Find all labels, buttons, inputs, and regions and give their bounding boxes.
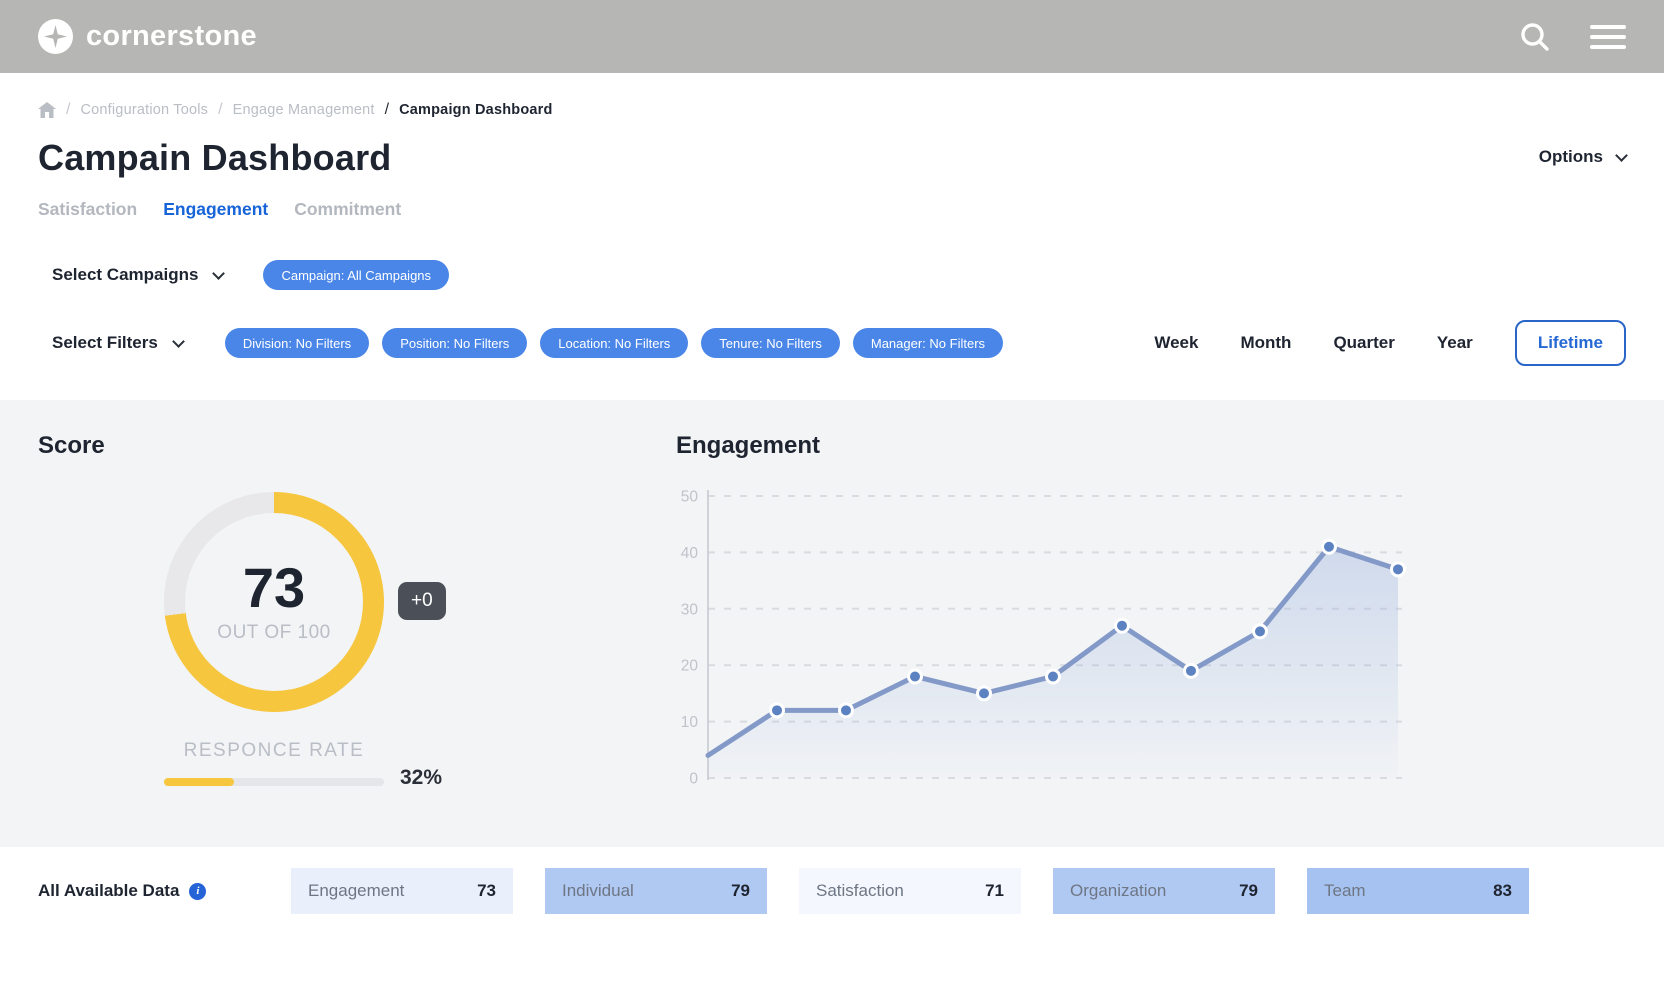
tab-engagement[interactable]: Engagement xyxy=(163,199,268,220)
brand-logo[interactable]: cornerstone xyxy=(38,19,257,54)
time-option-week[interactable]: Week xyxy=(1154,333,1198,353)
time-option-month[interactable]: Month xyxy=(1240,333,1291,353)
select-campaigns-label: Select Campaigns xyxy=(52,265,198,285)
dashboard-tabs: Satisfaction Engagement Commitment xyxy=(0,179,1664,220)
breadcrumb-configuration-tools[interactable]: Configuration Tools xyxy=(80,102,208,118)
svg-text:50: 50 xyxy=(681,489,699,506)
time-option-year[interactable]: Year xyxy=(1437,333,1473,353)
breadcrumb-engage-management[interactable]: Engage Management xyxy=(233,102,375,118)
metric-value: 73 xyxy=(477,881,496,901)
breadcrumb-separator: / xyxy=(385,101,389,119)
metric-card-team[interactable]: Team 83 xyxy=(1307,868,1529,914)
metric-label: Team xyxy=(1324,881,1366,901)
breadcrumb-separator: / xyxy=(218,101,222,119)
app-header: cornerstone xyxy=(0,0,1664,73)
score-donut-chart: 73 OUT OF 100 xyxy=(164,492,384,712)
chart-data-point xyxy=(840,704,853,717)
metric-label: Organization xyxy=(1070,881,1166,901)
menu-button[interactable] xyxy=(1590,25,1626,49)
chevron-down-icon xyxy=(213,267,226,280)
chart-data-point xyxy=(1323,540,1336,553)
score-out-of-label: OUT OF 100 xyxy=(217,622,330,644)
search-button[interactable] xyxy=(1518,20,1552,54)
svg-text:30: 30 xyxy=(681,601,699,618)
options-label: Options xyxy=(1539,147,1603,167)
chart-data-point xyxy=(1392,563,1405,576)
chart-data-point xyxy=(1185,664,1198,677)
filter-pill-division[interactable]: Division: No Filters xyxy=(225,328,369,358)
chart-series xyxy=(708,540,1405,778)
metric-card-individual[interactable]: Individual 79 xyxy=(545,868,767,914)
metric-value: 71 xyxy=(985,881,1004,901)
response-rate-percent: 32% xyxy=(400,766,442,790)
metric-card-organization[interactable]: Organization 79 xyxy=(1053,868,1275,914)
metric-label: Individual xyxy=(562,881,634,901)
filter-pill-location[interactable]: Location: No Filters xyxy=(540,328,688,358)
breadcrumb-separator: / xyxy=(66,101,70,119)
metric-card-engagement[interactable]: Engagement 73 xyxy=(291,868,513,914)
chevron-down-icon xyxy=(172,335,185,348)
select-filters-dropdown[interactable]: Select Filters xyxy=(52,333,183,353)
metric-card-satisfaction[interactable]: Satisfaction 71 xyxy=(799,868,1021,914)
metric-value: 79 xyxy=(1239,881,1258,901)
select-filters-label: Select Filters xyxy=(52,333,158,353)
filter-pill-manager[interactable]: Manager: No Filters xyxy=(853,328,1003,358)
chart-data-point xyxy=(1116,619,1129,632)
chart-data-point xyxy=(771,704,784,717)
metric-label: Engagement xyxy=(308,881,404,901)
options-dropdown[interactable]: Options xyxy=(1539,147,1626,167)
chart-data-point xyxy=(1047,670,1060,683)
breadcrumb: / Configuration Tools / Engage Managemen… xyxy=(0,73,1664,119)
engagement-chart-title: Engagement xyxy=(676,432,820,460)
response-rate-progress-fill xyxy=(164,778,234,786)
score-heading: Score xyxy=(38,432,105,460)
brand-name: cornerstone xyxy=(86,20,257,53)
filter-pill-position[interactable]: Position: No Filters xyxy=(382,328,527,358)
campaign-filter-pill[interactable]: Campaign: All Campaigns xyxy=(263,260,449,290)
time-range-selector: Week Month Quarter Year Lifetime xyxy=(1154,320,1626,366)
tab-satisfaction[interactable]: Satisfaction xyxy=(38,199,137,220)
dashboard-panel: Score 73 OUT OF 100 +0 RESPONCE RATE 32%… xyxy=(0,400,1664,847)
response-rate-label: RESPONCE RATE xyxy=(134,740,414,762)
page-title: Campain Dashboard xyxy=(38,137,391,179)
select-campaigns-dropdown[interactable]: Select Campaigns xyxy=(52,265,223,285)
svg-text:40: 40 xyxy=(681,545,699,562)
breadcrumb-campaign-dashboard: Campaign Dashboard xyxy=(399,102,552,118)
metric-value: 83 xyxy=(1493,881,1512,901)
metric-value: 79 xyxy=(731,881,750,901)
tab-commitment[interactable]: Commitment xyxy=(294,199,401,220)
engagement-line-chart: 0 10 20 30 40 50 xyxy=(672,482,1412,794)
score-delta-badge[interactable]: +0 xyxy=(398,582,446,620)
info-icon[interactable]: i xyxy=(189,883,206,900)
svg-text:10: 10 xyxy=(681,714,699,731)
chart-data-point xyxy=(909,670,922,683)
time-option-quarter[interactable]: Quarter xyxy=(1333,333,1394,353)
time-option-lifetime[interactable]: Lifetime xyxy=(1515,320,1626,366)
all-available-data-label: All Available Data xyxy=(38,881,179,901)
chart-data-point xyxy=(978,687,991,700)
search-icon xyxy=(1518,20,1552,54)
metric-label: Satisfaction xyxy=(816,881,904,901)
home-icon[interactable] xyxy=(38,102,56,118)
svg-text:0: 0 xyxy=(689,771,698,788)
filter-pill-tenure[interactable]: Tenure: No Filters xyxy=(701,328,840,358)
chevron-down-icon xyxy=(1615,149,1628,162)
hamburger-icon xyxy=(1590,25,1626,49)
svg-text:20: 20 xyxy=(681,658,699,675)
score-value: 73 xyxy=(243,560,305,616)
summary-metrics-row: All Available Data i Engagement 73 Indiv… xyxy=(0,868,1664,914)
response-rate-progressbar xyxy=(164,778,384,786)
cornerstone-logo-icon xyxy=(38,19,73,54)
chart-data-point xyxy=(1254,625,1267,638)
